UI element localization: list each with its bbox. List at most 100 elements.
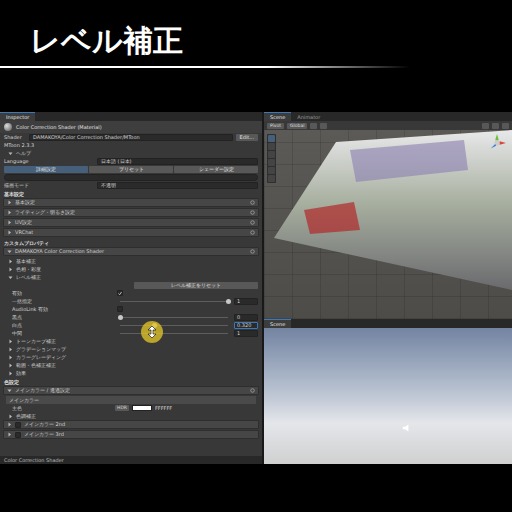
toolbar-dropdown[interactable]: Pivot [267,123,284,129]
foldout-arrow-icon[interactable] [8,275,13,280]
scene-tab[interactable]: Scene [264,319,291,328]
bottom-scene-tabbar: Scene [264,319,512,328]
mode-tabs: 詳細設定プリセットシェーダー設定 [0,165,262,173]
sub-foldout[interactable]: トーンカーブ補正 [0,337,262,345]
scene-view[interactable] [264,130,512,319]
inspector-tabbar: Inspector [0,112,262,121]
mode-tab[interactable]: シェーダー設定 [174,166,258,173]
slider-track[interactable] [120,317,228,318]
grid-icon[interactable] [320,123,327,129]
checkbox[interactable] [15,432,21,438]
tool-button[interactable] [268,159,275,166]
snap-icon[interactable] [310,123,317,129]
audio-source-icon [402,424,410,432]
foldout-arrow-icon[interactable] [8,151,13,156]
foldout-arrow-icon[interactable] [8,259,13,264]
foldout-arrow-icon[interactable] [7,220,12,225]
foldout-arrow-icon[interactable] [7,249,12,254]
edit-button[interactable]: Edit... [236,134,258,141]
sub-foldout[interactable]: 色相・彩度 [0,265,262,273]
slider-knob[interactable] [226,299,231,304]
shader-row: ShaderDAMAKOYA/Color Correction Shader/M… [0,133,262,141]
tool-button[interactable] [268,135,275,142]
scene-tab[interactable]: Animator [291,112,326,121]
foldout-arrow-icon[interactable] [8,371,13,376]
tool-button[interactable] [268,143,275,150]
dropdown-field[interactable]: 不透明 [97,182,258,189]
value-field[interactable]: 1 [234,298,258,305]
foldout-arrow-icon[interactable] [8,339,13,344]
sub-foldout[interactable]: 範囲・色補正補正 [0,361,262,369]
slider-knob[interactable] [118,315,123,320]
slider-track[interactable] [120,333,228,334]
foldout-arrow-icon[interactable] [7,200,12,205]
toolbar-dropdown[interactable]: Global [287,123,307,129]
shader-dropdown[interactable]: DAMAKOYA/Color Correction Shader/MToon [29,134,233,141]
dropdown-field[interactable]: 日本語 (日本) [97,158,258,165]
foldout-header[interactable]: ライティング・明るさ設定 [3,208,259,217]
reset-button[interactable]: レベル補正をリセット [134,282,258,289]
mode-tab[interactable]: プリセット [89,166,173,173]
settings-icon[interactable] [250,210,255,215]
checkbox-foldout[interactable]: メインカラー 3rd [3,430,259,439]
checkbox[interactable] [117,290,123,296]
foldout-arrow-icon[interactable] [7,388,12,393]
settings-icon[interactable] [250,200,255,205]
value-field[interactable]: 0 [234,314,258,321]
sub-foldout[interactable]: 効果 [0,369,262,377]
sub-foldout[interactable]: 基本補正 [0,257,262,265]
foldout-arrow-icon[interactable] [8,267,13,272]
value-field[interactable]: 0.320 [234,322,258,329]
checkbox[interactable] [15,422,21,428]
foldout-header[interactable]: 基本設定 [3,198,259,207]
layers-icon[interactable] [502,123,509,129]
scene-toolbar: PivotGlobal [264,121,512,130]
tool-button[interactable] [268,175,275,182]
mode-tab[interactable]: 詳細設定 [4,166,88,173]
sub-foldout[interactable]: カラーグレーディング [0,353,262,361]
orientation-gizmo-icon[interactable] [488,134,506,152]
foldout-header[interactable]: DAMAKOYA Color Correction Shader [3,247,259,256]
foldout-arrow-icon[interactable] [8,347,13,352]
checkbox-foldout[interactable]: メインカラー 2nd [3,420,259,429]
tool-button[interactable] [268,167,275,174]
tool-button[interactable] [268,151,275,158]
foldout-header[interactable]: メインカラー / 透過設定 [3,386,259,395]
gizmos-icon[interactable] [492,123,499,129]
shading-icon[interactable] [482,123,489,129]
slider-track[interactable] [120,325,228,326]
foldout-arrow-icon[interactable] [8,355,13,360]
slider-track[interactable] [120,301,228,302]
sub-foldout[interactable]: レベル補正 [0,273,262,281]
button-row: レベル補正をリセット [0,281,262,289]
value-field[interactable]: 1 [234,330,258,337]
foldout-arrow-icon[interactable] [8,363,13,368]
settings-icon[interactable] [250,230,255,235]
search-field[interactable] [4,174,258,181]
foldout-arrow-icon[interactable] [7,422,12,427]
inspector-tab[interactable]: Inspector [0,112,35,121]
sub-foldout[interactable]: 色調補正 [0,412,262,420]
foldout-arrow-icon[interactable] [8,414,13,419]
foldout-arrow-icon[interactable] [7,432,12,437]
section-label: カスタムプロパティ [0,238,262,247]
settings-icon[interactable] [250,220,255,225]
inspector-panel: InspectorColor Correction Shader (Materi… [0,112,262,464]
foldout-header[interactable]: UV設定 [3,218,259,227]
scene-side: SceneAnimatorPivotGlobalScene [264,112,512,464]
foldout-arrow-icon[interactable] [7,230,12,235]
settings-icon[interactable] [250,249,255,254]
foldout-arrow-icon[interactable] [7,210,12,215]
sub-foldout[interactable]: ヘルプ [0,149,262,157]
scene-view-bottom[interactable] [264,328,512,464]
sub-foldout[interactable]: グラデーションマップ [0,345,262,353]
check-icon [118,291,122,296]
foldout-header[interactable]: VRChat [3,228,259,237]
section-label: 基本設定 [0,189,262,198]
version-row: MToon 2.3.3 [0,141,262,149]
field-row: 描画モード不透明 [0,181,262,189]
checkbox[interactable] [117,306,123,312]
color-swatch[interactable] [132,405,152,411]
settings-icon[interactable] [250,388,255,393]
scene-tab[interactable]: Scene [264,112,291,121]
